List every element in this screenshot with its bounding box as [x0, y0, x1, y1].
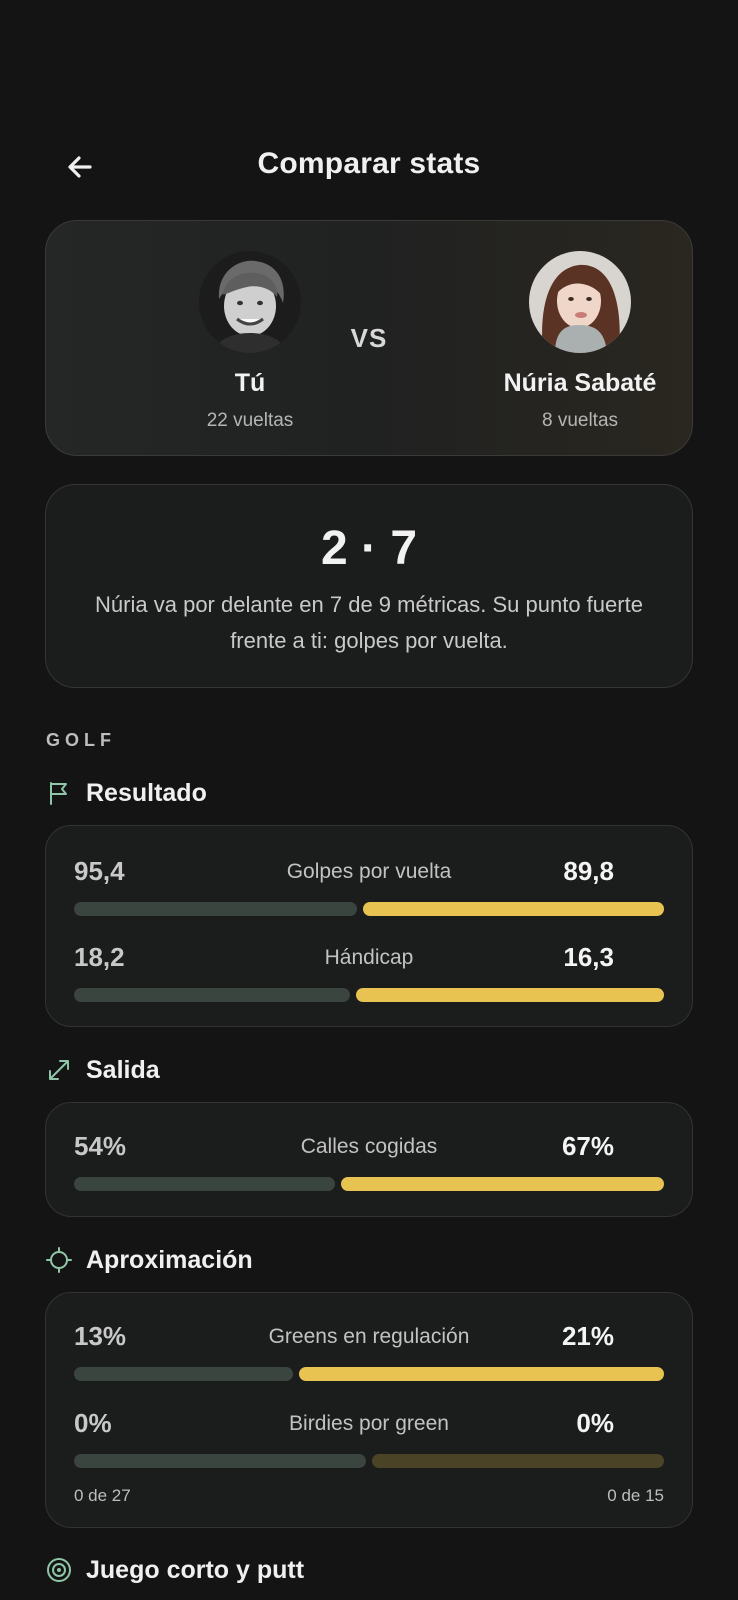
expand-arrows-icon	[46, 1057, 72, 1083]
bar-mine	[74, 1177, 335, 1191]
target-icon	[46, 1557, 72, 1583]
player-rival[interactable]: Núria Sabaté 8 vueltas	[460, 251, 700, 432]
metric-card-aproximacion: 13% Greens en regulación 21% 0% Birdies …	[45, 1292, 693, 1528]
header: Comparar stats	[0, 135, 738, 195]
metric-row: 13% Greens en regulación 21%	[74, 1321, 664, 1391]
player-name-rival: Núria Sabaté	[503, 369, 657, 397]
bar-rival	[299, 1367, 664, 1381]
category-title: Resultado	[86, 778, 207, 807]
metric-value-rival: 21%	[561, 1321, 614, 1351]
section-label-golf: GOLF	[46, 730, 116, 750]
metric-row: 54% Calles cogidas 67%	[74, 1131, 664, 1201]
bar-mine	[74, 902, 357, 916]
category-resultado: Resultado	[46, 775, 207, 811]
summary-text: Núria va por delante en 7 de 9 métricas.…	[95, 592, 643, 653]
metric-footnote-mine: 0 de 27	[74, 1486, 131, 1505]
bar-rival	[363, 902, 664, 916]
bar-rival	[356, 988, 664, 1002]
category-aproximacion: Aproximación	[46, 1242, 253, 1278]
summary-card: 2 · 7 Núria va por delante en 7 de 9 mét…	[45, 484, 693, 688]
category-title: Juego corto y putt	[86, 1555, 305, 1584]
bar-rival	[341, 1177, 664, 1191]
metric-value-rival: 67%	[561, 1131, 614, 1161]
bar-mine	[74, 1454, 366, 1468]
player-rounds-me: 22 vueltas	[206, 410, 294, 431]
metric-card-salida: 54% Calles cogidas 67%	[45, 1102, 693, 1217]
category-title: Salida	[86, 1055, 160, 1084]
bar-mine	[74, 988, 350, 1002]
metric-card-resultado: 95,4 Golpes por vuelta 89,8 18,2 Hándica…	[45, 825, 693, 1027]
metric-footnote-rival: 0 de 15	[607, 1486, 664, 1505]
crosshair-icon	[46, 1247, 72, 1273]
bar-rival	[372, 1454, 664, 1468]
overall-score: 2 · 7	[320, 522, 418, 575]
bar-mine	[74, 1367, 293, 1381]
compare-stats-screen: Comparar stats Tú 22 vueltas VS Núria Sa…	[0, 0, 738, 1600]
player-rounds-rival: 8 vueltas	[541, 410, 619, 431]
players-card: Tú 22 vueltas VS Núria Sabaté 8 vueltas	[45, 220, 693, 456]
flag-icon	[46, 780, 72, 806]
metric-row: 18,2 Hándicap 16,3	[74, 942, 664, 1012]
page-title: Comparar stats	[257, 147, 481, 180]
category-salida: Salida	[46, 1052, 160, 1088]
category-juego-corto: Juego corto y putt	[46, 1552, 304, 1588]
avatar-rival	[529, 251, 631, 353]
metric-row: 95,4 Golpes por vuelta 89,8	[74, 856, 664, 926]
player-name-me: Tú	[234, 369, 266, 397]
metric-value-rival: 0%	[576, 1408, 614, 1438]
metric-value-rival: 16,3	[563, 942, 614, 972]
metric-value-rival: 89,8	[563, 856, 614, 886]
category-title: Aproximación	[86, 1245, 253, 1274]
metric-row: 0% Birdies por green 0% 0 de 27 0 de 15	[74, 1408, 664, 1518]
